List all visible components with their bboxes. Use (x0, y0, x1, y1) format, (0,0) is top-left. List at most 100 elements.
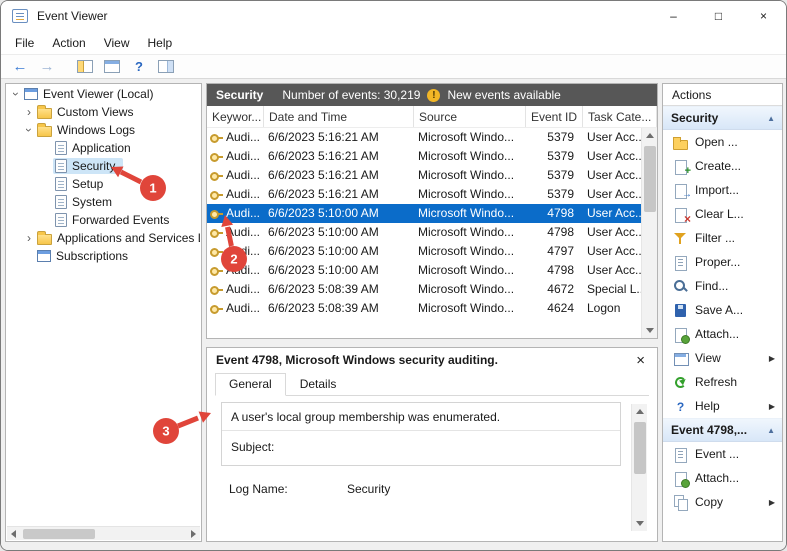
action-attach-task-to-log[interactable]: Attach... (663, 322, 782, 346)
scroll-right-button[interactable] (186, 527, 200, 541)
cell-task-category: Special L... (583, 280, 641, 299)
menu-file[interactable]: File (6, 33, 43, 53)
close-button[interactable]: × (741, 1, 786, 31)
tab-details[interactable]: Details (286, 373, 351, 396)
event-row[interactable]: Audi... 6/6/2023 5:08:39 AM Microsoft Wi… (207, 280, 641, 299)
cell-source: Microsoft Windo... (414, 166, 526, 185)
event-description: A user's local group membership was enum… (222, 403, 620, 431)
scroll-left-button[interactable] (7, 527, 21, 541)
event-row[interactable]: Audi... 6/6/2023 5:08:39 AM Microsoft Wi… (207, 299, 641, 318)
menubar: File Action View Help (1, 31, 786, 54)
cell-event-id: 4672 (526, 280, 583, 299)
tree-item-application[interactable]: Application (7, 139, 200, 157)
action-copy[interactable]: Copy ▶ (663, 490, 782, 514)
action-view[interactable]: View ▶ (663, 346, 782, 370)
tree-item-windows-logs[interactable]: Windows Logs (7, 121, 200, 139)
action-properties[interactable]: Proper... (663, 250, 782, 274)
preview-pane: Event 4798, Microsoft Windows security a… (206, 347, 658, 542)
close-preview-button[interactable]: × (636, 353, 645, 368)
tree-horizontal-scrollbar[interactable] (7, 526, 200, 540)
help-icon (673, 399, 688, 414)
menu-action[interactable]: Action (43, 33, 94, 53)
actions-pane: Actions Security ▲ Open ... Create... Im… (662, 83, 783, 542)
scrollbar-thumb[interactable] (644, 146, 656, 212)
event-row[interactable]: Audi... 6/6/2023 5:16:21 AM Microsoft Wi… (207, 147, 641, 166)
tree-item-forwarded-events[interactable]: Forwarded Events (7, 211, 200, 229)
back-button[interactable]: ← (8, 56, 32, 77)
cell-task-category: User Acc... (583, 261, 641, 280)
tree-item-event-viewer-local[interactable]: Event Viewer (Local) (7, 85, 200, 103)
help-button[interactable]: ? (127, 56, 151, 77)
cell-event-id: 4798 (526, 204, 583, 223)
forward-icon: → (40, 59, 55, 74)
action-label: Clear L... (695, 207, 744, 221)
action-filter-current-log[interactable]: Filter ... (663, 226, 782, 250)
action-find[interactable]: Find... (663, 274, 782, 298)
chevron-down-icon[interactable] (10, 88, 22, 100)
minimize-button[interactable]: – (651, 1, 696, 31)
maximize-button[interactable]: □ (696, 1, 741, 31)
column-source[interactable]: Source (414, 106, 526, 127)
section-header-label: Security (671, 111, 718, 125)
event-row[interactable]: Audi... 6/6/2023 5:16:21 AM Microsoft Wi… (207, 128, 641, 147)
tree-item-security[interactable]: Security (7, 157, 200, 175)
chevron-right-icon[interactable] (23, 232, 35, 244)
submenu-arrow-icon: ▶ (769, 402, 775, 411)
event-viewer-window: Event Viewer – □ × File Action View Help… (0, 0, 787, 551)
scrollbar-thumb[interactable] (634, 422, 646, 474)
preview-tabs: General Details (215, 372, 649, 396)
event-count-text: Number of events: 30,219 (282, 88, 420, 102)
preview-scrollbar[interactable] (631, 404, 647, 531)
scroll-down-button[interactable] (632, 515, 648, 531)
log-name-value: Security (347, 482, 390, 496)
tree-item-system[interactable]: System (7, 193, 200, 211)
actions-section-security[interactable]: Security ▲ (663, 106, 782, 130)
menu-help[interactable]: Help (139, 33, 182, 53)
event-row[interactable]: Audi... 6/6/2023 5:10:00 AM Microsoft Wi… (207, 261, 641, 280)
event-row-selected[interactable]: Audi... 6/6/2023 5:10:00 AM Microsoft Wi… (207, 204, 641, 223)
column-task-category[interactable]: Task Cate... (583, 106, 657, 127)
show-action-pane-button[interactable] (154, 56, 178, 77)
action-attach-task-to-event[interactable]: Attach... (663, 466, 782, 490)
event-row[interactable]: Audi... 6/6/2023 5:10:00 AM Microsoft Wi… (207, 242, 641, 261)
log-icon (55, 177, 67, 191)
tree-item-applications-and-services-logs[interactable]: Applications and Services Lo (7, 229, 200, 247)
action-import-custom-view[interactable]: Import... (663, 178, 782, 202)
action-open-saved-log[interactable]: Open ... (663, 130, 782, 154)
column-keywords[interactable]: Keywor... (207, 106, 264, 127)
cell-datetime: 6/6/2023 5:10:00 AM (264, 261, 414, 280)
show-console-tree-button[interactable] (73, 56, 97, 77)
column-event-id[interactable]: Event ID (526, 106, 583, 127)
event-row[interactable]: Audi... 6/6/2023 5:16:21 AM Microsoft Wi… (207, 185, 641, 204)
action-save-all-events-as[interactable]: Save A... (663, 298, 782, 322)
tree-item-subscriptions[interactable]: Subscriptions (7, 247, 200, 265)
actions-section-event-4798[interactable]: Event 4798,... ▲ (663, 418, 782, 442)
chevron-right-icon[interactable] (23, 106, 35, 118)
cell-datetime: 6/6/2023 5:16:21 AM (264, 128, 414, 147)
scroll-down-button[interactable] (642, 322, 658, 338)
scrollbar-thumb[interactable] (23, 529, 95, 539)
action-refresh[interactable]: Refresh (663, 370, 782, 394)
cell-event-id: 4798 (526, 223, 583, 242)
action-help[interactable]: Help ▶ (663, 394, 782, 418)
cell-keywords: Audi... (207, 261, 264, 280)
action-clear-log[interactable]: Clear L... (663, 202, 782, 226)
event-row[interactable]: Audi... 6/6/2023 5:16:21 AM Microsoft Wi… (207, 166, 641, 185)
column-date-and-time[interactable]: Date and Time (264, 106, 414, 127)
action-create-custom-view[interactable]: Create... (663, 154, 782, 178)
event-row[interactable]: Audi... 6/6/2023 5:10:00 AM Microsoft Wi… (207, 223, 641, 242)
cell-task-category: User Acc... (583, 147, 641, 166)
tree-item-custom-views[interactable]: Custom Views (7, 103, 200, 121)
properties-button[interactable] (100, 56, 124, 77)
menu-view[interactable]: View (95, 33, 139, 53)
tree-item-setup[interactable]: Setup (7, 175, 200, 193)
forward-button[interactable]: → (35, 56, 59, 77)
scroll-up-button[interactable] (632, 404, 648, 420)
tab-general[interactable]: General (215, 373, 286, 396)
events-scrollbar[interactable] (641, 128, 657, 338)
console-root-icon (24, 88, 38, 100)
chevron-down-icon[interactable] (23, 124, 35, 136)
scroll-up-button[interactable] (642, 128, 658, 144)
properties-icon (673, 255, 688, 270)
action-event-properties[interactable]: Event ... (663, 442, 782, 466)
